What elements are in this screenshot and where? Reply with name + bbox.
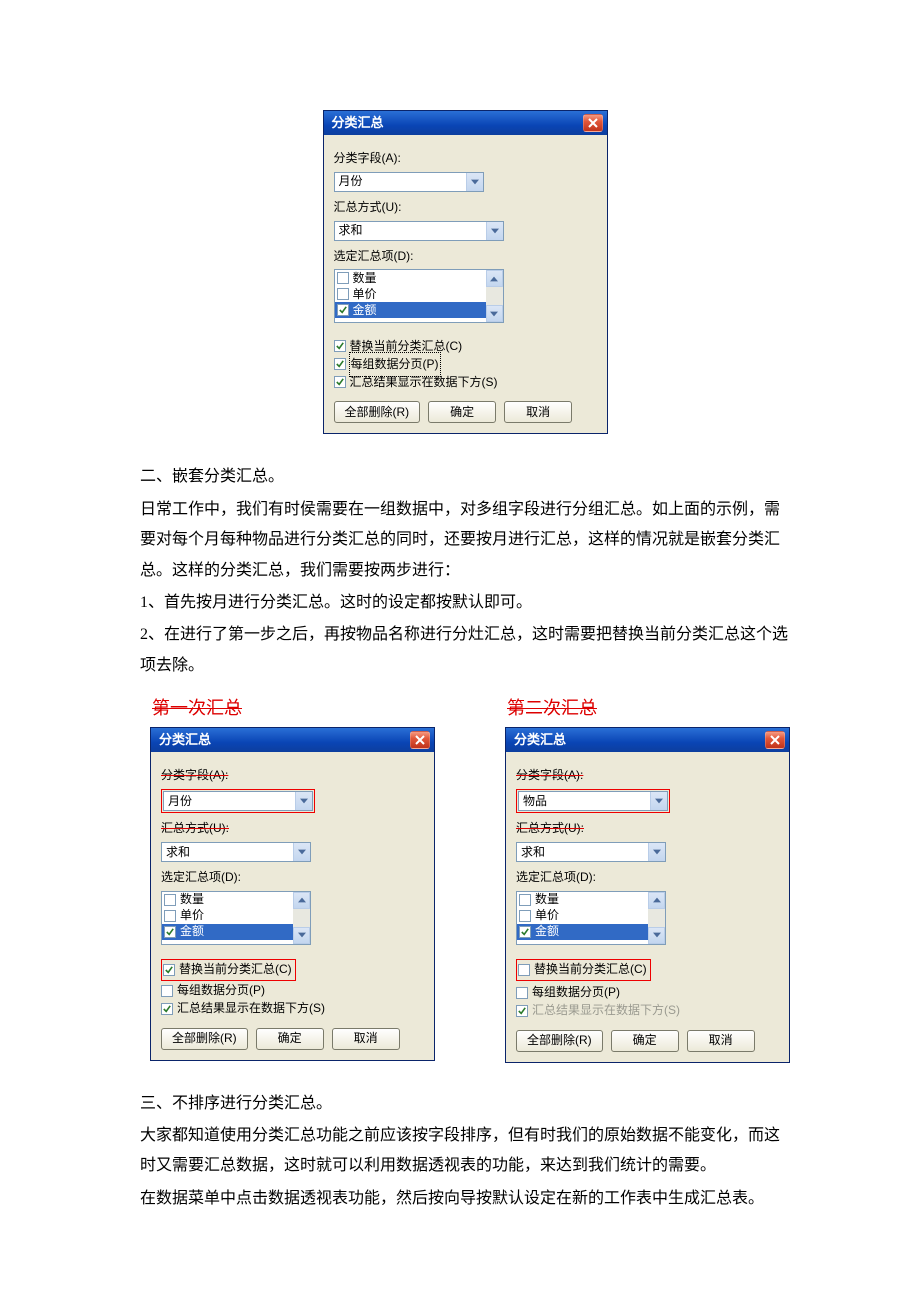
checkbox-icon[interactable] [519, 894, 531, 906]
checkbox-icon[interactable] [337, 304, 349, 316]
opt-below[interactable]: 汇总结果显示在数据下方(S) [334, 373, 597, 391]
section3-p2: 在数据菜单中点击数据透视表功能，然后按向导按默认设定在新的工作表中生成汇总表。 [140, 1184, 790, 1214]
ok-button[interactable]: 确定 [256, 1028, 324, 1050]
method-value: 求和 [339, 219, 363, 242]
chevron-down-icon[interactable] [650, 792, 667, 810]
list-item[interactable]: 金额 [162, 924, 293, 940]
field-label: 分类字段(A): [161, 764, 424, 787]
items-listbox[interactable]: 数量 单价 金额 [334, 269, 504, 323]
cancel-button[interactable]: 取消 [687, 1030, 755, 1052]
section3-p1: 大家都知道使用分类汇总功能之前应该按字段排序，但有时我们的原始数据不能变化，而这… [140, 1121, 790, 1182]
chevron-down-icon[interactable] [486, 222, 503, 240]
chevron-down-icon[interactable] [648, 927, 665, 944]
chevron-up-icon[interactable] [648, 892, 665, 909]
section2-p3: 2、在进行了第一步之后，再按物品名称进行分灶汇总，这时需要把替换当前分类汇总这个… [140, 620, 790, 681]
close-icon[interactable] [583, 114, 603, 132]
chevron-down-icon[interactable] [648, 843, 665, 861]
field-value: 物品 [523, 790, 547, 813]
titlebar[interactable]: 分类汇总 [151, 728, 434, 752]
chevron-down-icon[interactable] [466, 173, 483, 191]
field-combo[interactable]: 月份 [334, 172, 484, 192]
section2-heading: 二、嵌套分类汇总。 [140, 462, 790, 492]
close-icon[interactable] [765, 731, 785, 749]
checkbox-icon[interactable] [516, 987, 528, 999]
checkbox-icon[interactable] [337, 288, 349, 300]
section3: 三、不排序进行分类汇总。 大家都知道使用分类汇总功能之前应该按字段排序，但有时我… [140, 1089, 790, 1215]
items-listbox[interactable]: 数量 单价 金额 [516, 891, 666, 945]
pair-left-title: 第一次汇总 [152, 691, 435, 725]
checkbox-icon[interactable] [161, 1003, 173, 1015]
chevron-down-icon[interactable] [295, 792, 312, 810]
section3-heading: 三、不排序进行分类汇总。 [140, 1089, 790, 1119]
subtotal-dialog-top: 分类汇总 分类字段(A): 月份 汇总方式(U): 求和 选定汇总项(D): [323, 110, 608, 434]
checkbox-icon[interactable] [334, 340, 346, 352]
scrollbar[interactable] [648, 892, 665, 944]
section2-p2: 1、首先按月进行分类汇总。这时的设定都按默认即可。 [140, 588, 790, 618]
dialog-title: 分类汇总 [159, 728, 211, 753]
checkbox-icon[interactable] [334, 358, 346, 370]
opt-replace[interactable]: 替换当前分类汇总(C) [163, 961, 294, 979]
method-label: 汇总方式(U): [516, 817, 779, 840]
dialog-title: 分类汇总 [332, 111, 384, 136]
opt-below[interactable]: 汇总结果显示在数据下方(S) [161, 1000, 424, 1018]
method-label: 汇总方式(U): [161, 817, 424, 840]
chevron-up-icon[interactable] [486, 270, 503, 287]
method-value: 求和 [521, 841, 545, 864]
cancel-button[interactable]: 取消 [504, 401, 572, 423]
remove-all-button[interactable]: 全部删除(R) [161, 1028, 248, 1050]
items-label: 选定汇总项(D): [334, 245, 597, 268]
subtotal-dialog-right: 分类汇总 分类字段(A): 物品 汇总方式(U): 求和 [505, 727, 790, 1062]
list-item[interactable]: 金额 [335, 302, 486, 318]
field-label: 分类字段(A): [516, 764, 779, 787]
opt-replace[interactable]: 替换当前分类汇总(C) [518, 961, 649, 979]
dialog-pair: 第一次汇总 分类汇总 分类字段(A): 月份 汇总方式(U): [150, 691, 790, 1062]
checkbox-icon[interactable] [164, 894, 176, 906]
scrollbar[interactable] [486, 270, 503, 322]
method-combo[interactable]: 求和 [334, 221, 504, 241]
method-combo[interactable]: 求和 [516, 842, 666, 862]
items-label: 选定汇总项(D): [516, 866, 779, 889]
checkbox-icon[interactable] [519, 926, 531, 938]
chevron-down-icon[interactable] [293, 927, 310, 944]
titlebar[interactable]: 分类汇总 [324, 111, 607, 135]
chevron-up-icon[interactable] [293, 892, 310, 909]
field-label: 分类字段(A): [334, 147, 597, 170]
remove-all-button[interactable]: 全部删除(R) [334, 401, 421, 423]
method-value: 求和 [166, 841, 190, 864]
section2: 二、嵌套分类汇总。 日常工作中，我们有时侯需要在一组数据中，对多组字段进行分组汇… [140, 462, 790, 681]
field-value: 月份 [168, 790, 192, 813]
chevron-down-icon[interactable] [486, 305, 503, 322]
checkbox-icon[interactable] [161, 985, 173, 997]
checkbox-icon[interactable] [163, 964, 175, 976]
items-label: 选定汇总项(D): [161, 866, 424, 889]
method-label: 汇总方式(U): [334, 196, 597, 219]
checkbox-icon[interactable] [519, 910, 531, 922]
opt-below: 汇总结果显示在数据下方(S) [516, 1002, 779, 1020]
section2-p1: 日常工作中，我们有时侯需要在一组数据中，对多组字段进行分组汇总。如上面的示例，需… [140, 495, 790, 586]
cancel-button[interactable]: 取消 [332, 1028, 400, 1050]
remove-all-button[interactable]: 全部删除(R) [516, 1030, 603, 1052]
checkbox-icon[interactable] [334, 376, 346, 388]
ok-button[interactable]: 确定 [428, 401, 496, 423]
field-combo[interactable]: 月份 [163, 791, 313, 811]
list-item[interactable]: 金额 [517, 924, 648, 940]
checkbox-icon [516, 1005, 528, 1017]
dialog-title: 分类汇总 [514, 728, 566, 753]
field-combo[interactable]: 物品 [518, 791, 668, 811]
pair-right-title: 第二次汇总 [507, 691, 790, 725]
subtotal-dialog-left: 分类汇总 分类字段(A): 月份 汇总方式(U): 求和 [150, 727, 435, 1060]
checkbox-icon[interactable] [164, 926, 176, 938]
titlebar[interactable]: 分类汇总 [506, 728, 789, 752]
items-listbox[interactable]: 数量 单价 金额 [161, 891, 311, 945]
checkbox-icon[interactable] [518, 964, 530, 976]
field-value: 月份 [339, 170, 363, 193]
method-combo[interactable]: 求和 [161, 842, 311, 862]
ok-button[interactable]: 确定 [611, 1030, 679, 1052]
checkbox-icon[interactable] [164, 910, 176, 922]
checkbox-icon[interactable] [337, 272, 349, 284]
chevron-down-icon[interactable] [293, 843, 310, 861]
close-icon[interactable] [410, 731, 430, 749]
scrollbar[interactable] [293, 892, 310, 944]
